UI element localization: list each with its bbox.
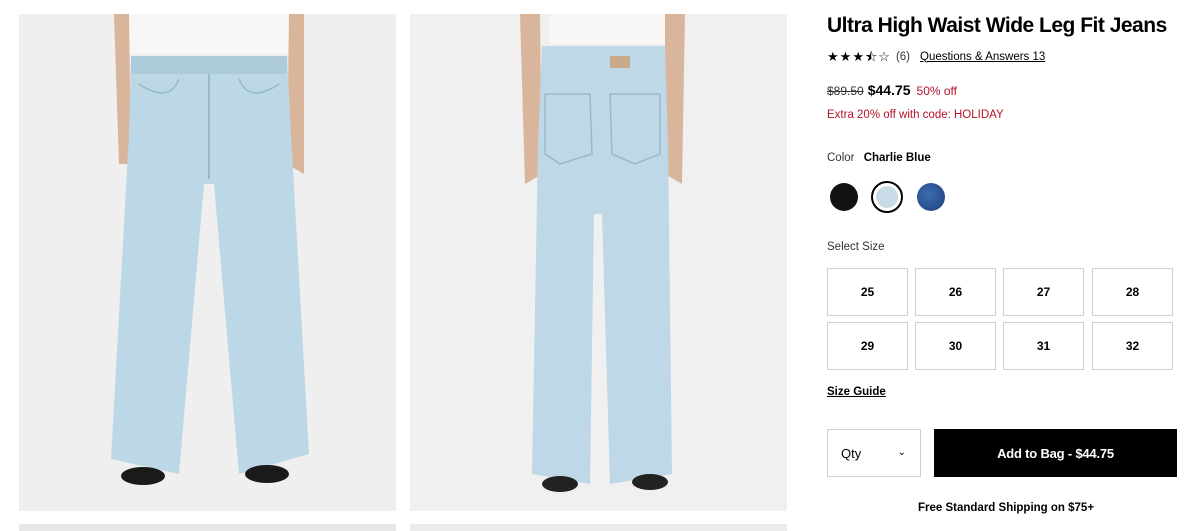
size-option[interactable]: 25 [827, 268, 908, 316]
color-swatch-charlie-blue[interactable] [871, 181, 903, 213]
size-option[interactable]: 26 [915, 268, 996, 316]
promo-message: Extra 20% off with code: HOLIDAY [827, 109, 1004, 121]
product-title: Ultra High Waist Wide Leg Fit Jeans [827, 14, 1167, 37]
jeans-back-illustration [410, 14, 787, 511]
original-price: $89.50 [827, 84, 864, 98]
color-selection-label: Color Charlie Blue [827, 152, 931, 164]
size-option[interactable]: 32 [1092, 322, 1173, 370]
size-option[interactable]: 30 [915, 322, 996, 370]
star-half-icon: ⯪ [864, 49, 878, 64]
star-rating: ★ ★ ★ ⯪ ☆ [827, 50, 890, 63]
rating-count: (6) [895, 50, 910, 63]
quantity-label: Qty [841, 445, 862, 461]
product-image-4[interactable] [410, 524, 787, 531]
sale-price: $44.75 [867, 82, 911, 98]
star-empty-icon: ☆ [878, 49, 890, 64]
shipping-note: Free Standard Shipping on $75+ [918, 502, 1095, 514]
selected-color-name: Charlie Blue [863, 152, 931, 164]
product-image-3[interactable] [19, 524, 396, 531]
color-label: Color [827, 152, 855, 164]
jeans-front-illustration [19, 14, 396, 511]
size-option[interactable]: 28 [1092, 268, 1173, 316]
price-row: $89.50 $44.75 50% off [827, 82, 957, 98]
size-guide-link[interactable]: Size Guide [827, 386, 886, 398]
product-image-front[interactable] [19, 14, 396, 511]
product-image-back[interactable] [410, 14, 787, 511]
color-swatch-dark-blue[interactable] [915, 181, 947, 213]
star-full-icon: ★ [839, 49, 852, 64]
size-option[interactable]: 31 [1003, 322, 1084, 370]
discount-badge: 50% off [916, 84, 958, 98]
quantity-select[interactable]: Qty ⌄ [827, 429, 921, 477]
rating-summary: ★ ★ ★ ⯪ ☆ (6) Questions & Answers 13 [827, 50, 1045, 63]
size-option[interactable]: 29 [827, 322, 908, 370]
color-swatch-black[interactable] [828, 181, 860, 213]
star-full-icon: ★ [852, 49, 864, 64]
select-size-label: Select Size [827, 241, 885, 253]
size-option[interactable]: 27 [1003, 268, 1084, 316]
star-full-icon: ★ [827, 49, 839, 64]
chevron-down-icon: ⌄ [897, 447, 906, 458]
add-to-bag-button[interactable]: Add to Bag - $44.75 [934, 429, 1177, 477]
questions-answers-link[interactable]: Questions & Answers 13 [920, 51, 1045, 63]
